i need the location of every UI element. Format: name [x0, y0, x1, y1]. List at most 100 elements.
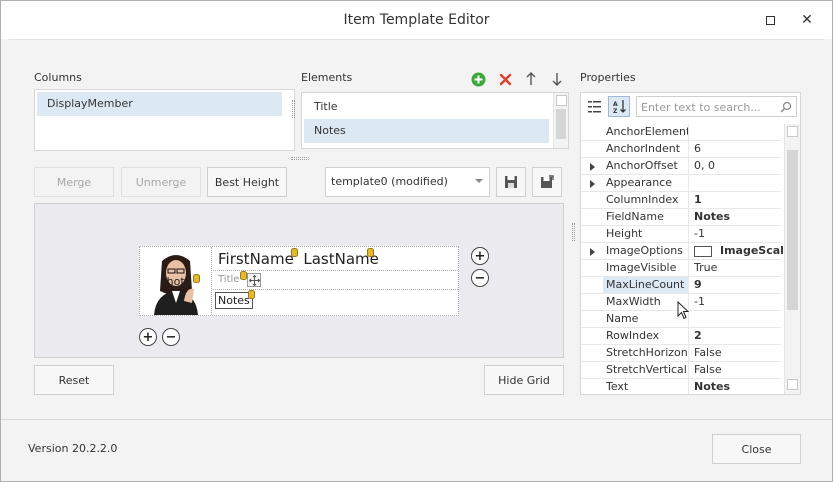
property-row-text[interactable]: Text Notes — [581, 379, 781, 394]
property-row-fieldname[interactable]: FieldName Notes — [581, 209, 781, 226]
property-value[interactable]: 1 — [690, 192, 783, 208]
property-value[interactable]: -1 — [690, 294, 783, 310]
property-value[interactable]: False — [690, 362, 783, 378]
save-as-template-button[interactable] — [532, 167, 562, 197]
element-item-title[interactable]: Title — [304, 95, 549, 119]
horizontal-splitter-grip[interactable] — [291, 157, 309, 160]
property-row-imagevisible[interactable]: ImageVisible True — [581, 260, 781, 277]
version-label: Version 20.2.2.0 — [28, 442, 118, 455]
properties-splitter-grip[interactable] — [572, 223, 575, 241]
properties-grid[interactable]: A Z Enter text to search... AnchorElemen… — [580, 92, 801, 395]
arrow-down-icon — [552, 73, 562, 86]
property-row-columnindex[interactable]: ColumnIndex 1 — [581, 192, 781, 209]
dialog-footer: Version 20.2.2.0 Close — [1, 419, 832, 481]
photo-cell[interactable]: Photo — [140, 247, 212, 315]
template-item-preview[interactable]: Photo FirstName LastName Title Notes — [139, 246, 459, 316]
plus-icon: + — [142, 329, 154, 345]
property-value[interactable] — [690, 175, 783, 191]
unmerge-button[interactable]: Unmerge — [121, 167, 201, 197]
property-search-input[interactable]: Enter text to search... — [636, 96, 797, 117]
property-name: MaxLineCount — [603, 277, 689, 293]
database-field-icon — [240, 271, 247, 280]
property-value[interactable]: True — [690, 260, 783, 276]
scroll-thumb[interactable] — [556, 109, 566, 139]
name-cell[interactable]: FirstName LastName — [213, 247, 458, 271]
categorized-view-button[interactable] — [584, 96, 605, 117]
property-value[interactable]: 9 — [690, 277, 783, 293]
scroll-up-button[interactable] — [787, 126, 798, 137]
property-name: ImageVisible — [603, 260, 689, 276]
property-row-maxlinecount[interactable]: MaxLineCount 9 — [581, 277, 781, 294]
property-value[interactable]: -1 — [690, 226, 783, 242]
save-template-button[interactable] — [496, 167, 526, 197]
template-design-surface[interactable]: Photo FirstName LastName Title Notes + −… — [34, 203, 564, 358]
property-value[interactable]: Notes — [690, 209, 783, 225]
property-row-rowindex[interactable]: RowIndex 2 — [581, 328, 781, 345]
properties-scrollbar[interactable] — [784, 124, 800, 394]
property-row-anchorelement[interactable]: AnchorElement — [581, 124, 781, 141]
property-value[interactable]: ImageScale — [690, 243, 783, 259]
remove-column-button[interactable]: − — [162, 328, 180, 346]
remove-row-button[interactable]: − — [471, 269, 489, 287]
save-as-icon — [541, 175, 554, 188]
add-column-button[interactable]: + — [139, 328, 157, 346]
scroll-down-button[interactable] — [787, 379, 798, 390]
property-value-text: ImageScale — [720, 244, 783, 257]
close-icon: ✕ — [801, 12, 813, 28]
maximize-button[interactable] — [758, 9, 782, 31]
property-value[interactable] — [690, 311, 783, 327]
title-cell[interactable]: Title — [213, 271, 458, 290]
move-up-button[interactable] — [522, 70, 540, 88]
property-search-placeholder: Enter text to search... — [641, 101, 761, 114]
delete-element-button[interactable] — [496, 70, 514, 88]
property-row-anchoroffset[interactable]: AnchorOffset 0, 0 — [581, 158, 781, 175]
property-row-stretchhorizontal[interactable]: StretchHorizontalFalse — [581, 345, 781, 362]
scroll-thumb[interactable] — [787, 150, 798, 310]
add-row-button[interactable]: + — [471, 247, 489, 265]
vertical-splitter-grip[interactable] — [292, 100, 295, 118]
template-combo[interactable]: template0 (modified) — [325, 167, 490, 197]
best-height-button[interactable]: Best Height — [207, 167, 287, 197]
scroll-up-button[interactable] — [556, 95, 567, 106]
save-icon — [505, 176, 517, 188]
property-row-anchorindent[interactable]: AnchorIndent 6 — [581, 141, 781, 158]
columns-list[interactable]: DisplayMember — [34, 89, 295, 151]
item-template-editor-window: Item Template Editor ✕ Columns DisplayMe… — [0, 0, 833, 482]
svg-text:Z: Z — [613, 108, 618, 114]
merge-button[interactable]: Merge — [34, 167, 114, 197]
sort-az-icon: A Z — [613, 100, 626, 114]
close-window-button[interactable]: ✕ — [795, 9, 819, 31]
close-button[interactable]: Close — [712, 434, 801, 464]
move-handle[interactable] — [247, 273, 261, 287]
elements-scrollbar[interactable] — [553, 93, 568, 148]
property-name: Text — [603, 379, 689, 394]
expand-arrow-icon[interactable] — [590, 163, 595, 171]
property-value[interactable]: 2 — [690, 328, 783, 344]
property-value[interactable]: Notes — [690, 379, 783, 394]
property-value[interactable]: False — [690, 345, 783, 361]
property-row-stretchvertical[interactable]: StretchVertical False — [581, 362, 781, 379]
image-preview-swatch — [694, 245, 712, 257]
expand-arrow-icon[interactable] — [590, 248, 595, 256]
name-field-label: FirstName LastName — [218, 250, 379, 268]
elements-label: Elements — [301, 71, 353, 84]
property-value[interactable] — [690, 124, 783, 140]
property-name: RowIndex — [603, 328, 689, 344]
notes-cell[interactable]: Notes — [213, 290, 458, 315]
alphabetical-view-button[interactable]: A Z — [608, 96, 630, 117]
property-name: Height — [603, 226, 689, 242]
element-item-notes[interactable]: Notes — [304, 119, 549, 143]
property-row-imageoptions[interactable]: ImageOptions ImageScale — [581, 243, 783, 260]
elements-list[interactable]: Title Notes — [301, 92, 569, 149]
minus-icon: − — [165, 329, 177, 345]
add-element-button[interactable] — [469, 70, 487, 88]
move-down-button[interactable] — [548, 70, 566, 88]
column-item-displaymember[interactable]: DisplayMember — [37, 92, 282, 116]
hide-grid-button[interactable]: Hide Grid — [484, 365, 564, 395]
expand-arrow-icon[interactable] — [590, 180, 595, 188]
property-value[interactable]: 0, 0 — [690, 158, 783, 174]
property-row-appearance[interactable]: Appearance — [581, 175, 781, 192]
property-value[interactable]: 6 — [690, 141, 783, 157]
property-row-height[interactable]: Height -1 — [581, 226, 781, 243]
reset-button[interactable]: Reset — [34, 365, 114, 395]
